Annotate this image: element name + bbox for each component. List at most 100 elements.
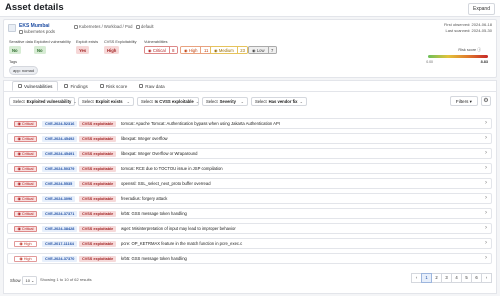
filters-button[interactable]: Filters ▾ xyxy=(449,96,478,106)
filter-is-cvss-exploitable[interactable]: Select Is CVSS exploitable ⌄ xyxy=(137,97,199,106)
vuln-description: tomcat: Apache Tomcat: Authentication by… xyxy=(121,121,280,126)
risk-score-min: 0.00 xyxy=(426,60,433,64)
cve-id[interactable]: CVE-2024-5535 xyxy=(42,181,76,187)
vulnerabilities-panel: Select Exploited vulnerability ⌄ Select Exp… xyxy=(3,91,497,294)
chevron-right-icon[interactable]: › xyxy=(485,255,487,261)
chevron-right-icon[interactable]: › xyxy=(485,180,487,186)
risk-score-label: Risk score ⓘ xyxy=(458,48,481,52)
chevron-right-icon[interactable]: › xyxy=(485,120,487,126)
severity-low-label: ◉ Low xyxy=(248,46,268,54)
severity-low-count: 7 xyxy=(267,46,277,54)
chevron-down-icon: ⌄ xyxy=(195,99,200,104)
asset-meta-namespace: default xyxy=(136,24,154,29)
exploit-badge: CVSS exploitable xyxy=(79,256,117,262)
exploit-exists-label: Exploit exists xyxy=(76,40,99,44)
top-bar: Asset details Expand xyxy=(0,0,500,17)
severity-high[interactable]: ◉ High 11 xyxy=(180,46,212,54)
chevron-right-icon[interactable]: › xyxy=(485,165,487,171)
severity-badge: ◉ High xyxy=(14,241,37,247)
severity-low[interactable]: ◉ Low 7 xyxy=(248,46,277,54)
severity-medium-label: ◉ Medium xyxy=(210,46,237,54)
filter-exploited-vulnerability[interactable]: Select Exploited vulnerability ⌄ xyxy=(9,97,77,106)
file-icon xyxy=(139,84,144,88)
table-row[interactable]: ◉ Critical CVE-2024-37371 CVSS exploitab… xyxy=(7,208,492,219)
severity-badge: ◉ Critical xyxy=(14,181,37,187)
chevron-right-icon[interactable]: › xyxy=(485,225,487,231)
cve-id[interactable]: CVE-2024-3096 xyxy=(42,196,76,202)
severity-badge: ◉ Critical xyxy=(14,166,37,172)
page-size-select[interactable]: 10 ⌄ xyxy=(22,276,38,285)
severity-high-label: ◉ High xyxy=(180,46,201,54)
tab-vulnerabilities[interactable]: Vulnerabilities xyxy=(12,81,59,91)
table-row[interactable]: ◉ Critical CVE-2024-5535 CVSS exploitabl… xyxy=(7,178,492,189)
cve-id[interactable]: CVE-2024-45491 xyxy=(42,151,78,157)
expand-button[interactable]: Expand xyxy=(468,3,495,15)
filter-severity[interactable]: Select Severity ⌄ xyxy=(202,97,248,106)
asset-dates: First observed: 2024-06-18 Last scanned:… xyxy=(444,22,492,34)
tab-raw-data[interactable]: Raw data xyxy=(133,81,170,91)
gear-icon[interactable]: ⚙ xyxy=(481,96,491,106)
sensitive-data-label: Sensitive data xyxy=(9,40,33,44)
exploit-exists-value: Yes xyxy=(76,46,90,54)
severity-medium[interactable]: ◉ Medium 23 xyxy=(210,46,249,54)
chevron-right-icon[interactable]: › xyxy=(485,135,487,141)
severity-medium-count: 23 xyxy=(236,46,249,54)
chevron-right-icon[interactable]: › xyxy=(485,240,487,246)
page-1-button[interactable]: 1 xyxy=(421,273,432,283)
asset-meta-kind-label: Kubernetes / Workload / Pod xyxy=(79,24,133,29)
vuln-description: freeradius: forgery attack xyxy=(121,196,168,201)
chevron-right-icon[interactable]: › xyxy=(485,210,487,216)
filter-has-vendor-fix[interactable]: Select Has vendor fix ⌄ xyxy=(251,97,307,106)
table-row[interactable]: ◉ Critical CVE-2024-52316 CVSS exploitab… xyxy=(7,118,492,129)
table-row[interactable]: ◉ Critical CVE-2024-50379 CVSS exploitab… xyxy=(7,163,492,174)
tag-chip[interactable]: app: nomad xyxy=(9,66,39,75)
cve-id[interactable]: CVE-2024-52316 xyxy=(42,121,78,127)
exploit-badge: CVSS exploitable xyxy=(79,166,117,172)
chevron-down-icon: ⌄ xyxy=(299,99,303,104)
exploited-vulnerability-value: No xyxy=(34,46,46,54)
pagination: ‹ 1 2 3 4 5 6 › xyxy=(411,273,492,283)
severity-badge: ◉ Critical xyxy=(14,151,37,157)
page-next-button[interactable]: › xyxy=(481,273,492,283)
last-scanned: Last scanned: 2024-05-30 xyxy=(445,28,492,33)
cve-id[interactable]: CVE-2024-50379 xyxy=(42,166,78,172)
chevron-right-icon[interactable]: › xyxy=(485,195,487,201)
sensitive-data-value: No xyxy=(9,46,21,54)
asset-type-label: kubernetes pods xyxy=(24,29,55,34)
results-info: Showing 1 to 10 of 62 results xyxy=(40,277,92,282)
table-row[interactable]: ◉ High CVE-2017-11164 CVSS exploitable p… xyxy=(7,238,492,249)
asset-type: kubernetes pods xyxy=(19,29,55,34)
cube-icon xyxy=(74,24,78,29)
asset-meta-kind: Kubernetes / Workload / Pod xyxy=(74,24,132,29)
severity-badge: ◉ Critical xyxy=(14,196,37,202)
severity-critical-count: 8 xyxy=(168,46,178,54)
tab-findings[interactable]: Findings xyxy=(58,81,93,91)
table-row[interactable]: ◉ Critical CVE-2024-45491 CVSS exploitab… xyxy=(7,148,492,159)
search-icon xyxy=(64,84,69,88)
cve-id[interactable]: CVE-2024-37370 xyxy=(42,256,78,262)
table-row[interactable]: ◉ Critical CVE-2024-45492 CVSS exploitab… xyxy=(7,133,492,144)
severity-badge: ◉ Critical xyxy=(14,226,37,232)
cvss-exploitability-label: CVSS Exploitability xyxy=(104,40,137,44)
table-row[interactable]: ◉ High CVE-2024-37370 CVSS exploitable k… xyxy=(7,253,492,264)
table-row[interactable]: ◉ Critical CVE-2024-3096 CVSS exploitabl… xyxy=(7,193,492,204)
severity-critical[interactable]: ◉ Critical 8 xyxy=(144,46,178,54)
exploit-badge: CVSS exploitable xyxy=(79,121,117,127)
page-title: Asset details xyxy=(5,2,64,13)
page-size-control: Show 10 ⌄ xyxy=(10,276,38,285)
cve-id[interactable]: CVE-2017-11164 xyxy=(42,241,77,247)
table-row[interactable]: ◉ Critical CVE-2024-38428 CVSS exploitab… xyxy=(7,223,492,234)
cve-id[interactable]: CVE-2024-38428 xyxy=(42,226,78,232)
tab-risk-score[interactable]: Risk score xyxy=(94,81,133,91)
chevron-down-icon: ⌄ xyxy=(126,99,130,104)
cvss-exploitability-value: High xyxy=(104,46,120,54)
shield-icon xyxy=(18,84,22,88)
cve-id[interactable]: CVE-2024-45492 xyxy=(42,136,78,142)
chevron-right-icon[interactable]: › xyxy=(485,150,487,156)
pod-icon xyxy=(19,29,23,34)
exploit-badge: CVSS exploitable xyxy=(79,241,117,247)
filter-exploit-exists[interactable]: Select Exploit exists ⌄ xyxy=(78,97,134,106)
cve-id[interactable]: CVE-2024-37371 xyxy=(42,211,78,217)
chevron-down-icon: ⌄ xyxy=(73,99,77,104)
vuln-description: krb5: GSS message token handling xyxy=(121,256,187,261)
